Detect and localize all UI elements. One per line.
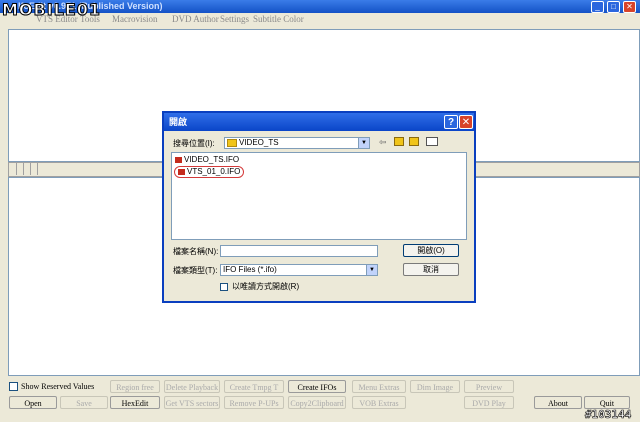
open-button[interactable]: Open: [9, 396, 57, 409]
file-name: VTS_01_0.IFO: [187, 167, 241, 176]
create-tmpg-button[interactable]: Create Tmpg T: [224, 380, 284, 393]
dim-image-button[interactable]: Dim Image: [410, 380, 460, 393]
ifo-file-icon: [178, 168, 185, 175]
menu-settings[interactable]: Settings: [220, 13, 249, 26]
maximize-button[interactable]: □: [607, 1, 620, 13]
filetype-value: IFO Files (*.ifo): [223, 265, 277, 274]
up-folder-icon[interactable]: [394, 137, 404, 146]
menu-subtitle-color[interactable]: Subtitle Color: [253, 13, 304, 26]
vob-extras-button[interactable]: VOB Extras: [352, 396, 406, 409]
dialog-close-icon[interactable]: ✕: [459, 115, 473, 129]
new-folder-icon[interactable]: [409, 137, 419, 146]
dialog-title-bar: [164, 113, 474, 131]
help-icon[interactable]: ?: [444, 115, 458, 129]
cancel-button[interactable]: 取消: [403, 263, 459, 276]
about-button[interactable]: About: [534, 396, 582, 409]
folder-icon: [227, 139, 237, 147]
filetype-label: 檔案類型(T):: [173, 266, 218, 275]
hexedit-button[interactable]: HexEdit: [110, 396, 160, 409]
close-button[interactable]: ✕: [623, 1, 636, 13]
menu-extras-button[interactable]: Menu Extras: [352, 380, 406, 393]
look-in-combo[interactable]: VIDEO_TS ▼: [224, 137, 370, 149]
look-in-value: VIDEO_TS: [239, 138, 279, 147]
chevron-down-icon[interactable]: ▼: [366, 265, 377, 275]
create-ifos-button[interactable]: Create IFOs: [288, 380, 346, 393]
header-cell[interactable]: [24, 162, 31, 175]
remove-pups-button[interactable]: Remove P-UPs: [224, 396, 284, 409]
filetype-combo[interactable]: IFO Files (*.ifo) ▼: [220, 264, 378, 276]
save-button[interactable]: Save: [60, 396, 108, 409]
minimize-button[interactable]: _: [591, 1, 604, 13]
menu-dvd-author[interactable]: DVD Author: [172, 13, 219, 26]
file-list[interactable]: VIDEO_TS.IFO VTS_01_0.IFO: [171, 152, 467, 240]
header-cell[interactable]: [17, 162, 24, 175]
look-in-label: 搜尋位置(I):: [173, 139, 215, 148]
readonly-label: 以唯讀方式開啟(R): [232, 282, 300, 291]
mobile01-logo: MOBILE01: [1, 0, 102, 20]
open-confirm-button[interactable]: 開啟(O): [403, 244, 459, 257]
preview-button[interactable]: Preview: [464, 380, 514, 393]
delete-playback-button[interactable]: Delete Playback: [164, 380, 220, 393]
file-item-vts-01-0[interactable]: VTS_01_0.IFO: [174, 166, 245, 178]
view-menu-icon[interactable]: [426, 137, 438, 146]
chevron-down-icon[interactable]: ▼: [358, 138, 369, 148]
show-reserved-checkbox[interactable]: [9, 382, 18, 391]
menu-macrovision[interactable]: Macrovision: [112, 13, 158, 26]
readonly-checkbox[interactable]: [220, 283, 228, 291]
filename-label: 檔案名稱(N):: [173, 247, 219, 256]
watermark-id: #103144: [585, 408, 632, 422]
copy2clipboard-button[interactable]: Copy2Clipboard: [288, 396, 346, 409]
file-item-video-ts[interactable]: VIDEO_TS.IFO: [175, 155, 239, 165]
dvd-play-button[interactable]: DVD Play: [464, 396, 514, 409]
dialog-title: 開啟: [169, 117, 188, 127]
ifo-file-icon: [175, 156, 182, 163]
filename-input[interactable]: [220, 245, 378, 257]
region-free-button[interactable]: Region free: [110, 380, 160, 393]
open-file-dialog: 開啟 ? ✕ 搜尋位置(I): VIDEO_TS ▼ ⇦ VIDEO_TS.IF…: [162, 111, 476, 303]
show-reserved-label: Show Reserved Values: [21, 382, 95, 391]
header-cell[interactable]: [10, 162, 17, 175]
file-name: VIDEO_TS.IFO: [184, 155, 240, 164]
back-icon[interactable]: ⇦: [379, 137, 387, 148]
get-vts-sectors-button[interactable]: Get VTS sectors: [164, 396, 220, 409]
header-cell[interactable]: [31, 162, 38, 175]
